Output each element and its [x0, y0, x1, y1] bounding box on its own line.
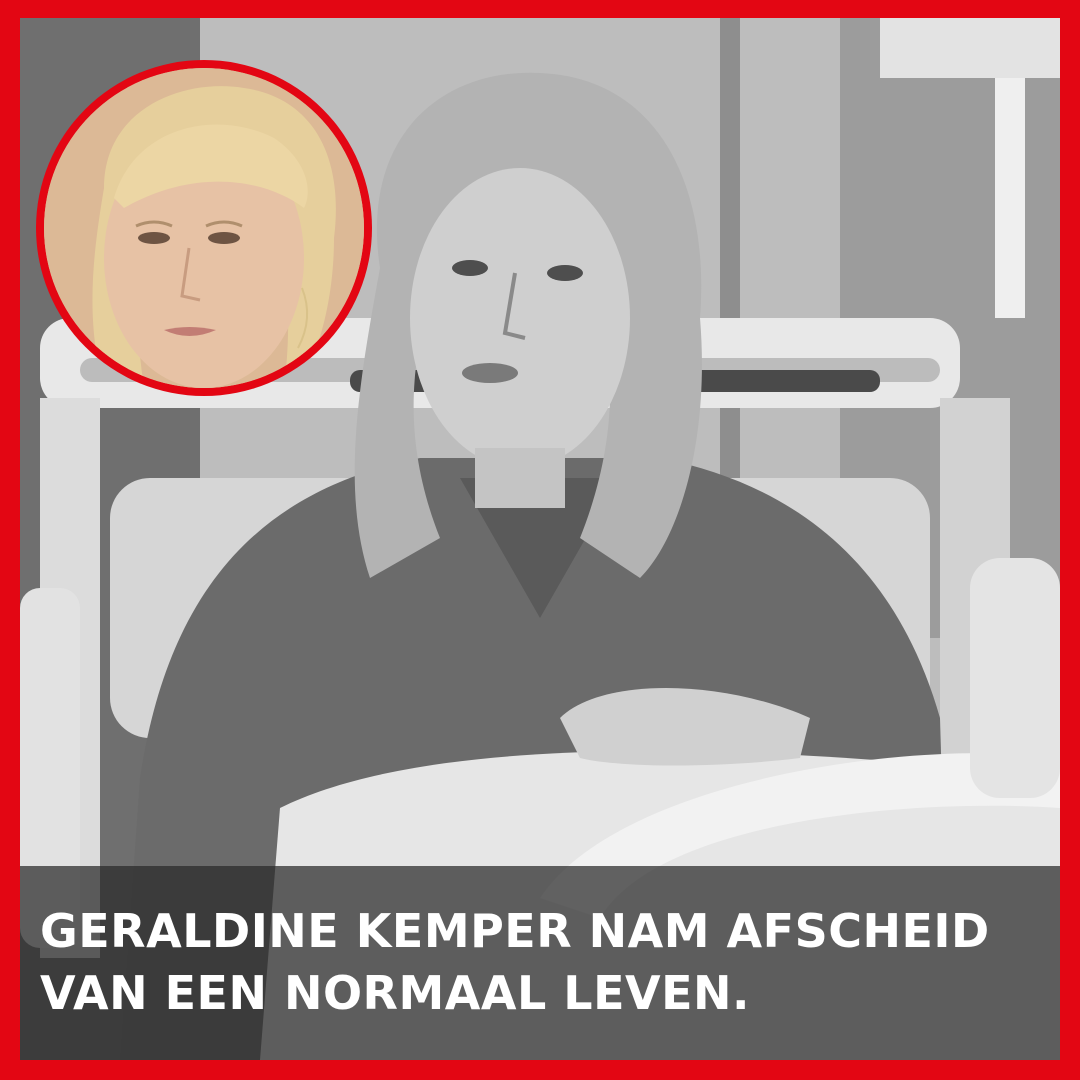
headline-caption: GERALDINE KEMPER NAM AFSCHEID VAN EEN NO… — [40, 904, 990, 1020]
inset-portrait-frame — [36, 60, 372, 396]
inset-portrait-illustration — [44, 68, 364, 388]
inset-portrait-photo — [44, 68, 364, 388]
